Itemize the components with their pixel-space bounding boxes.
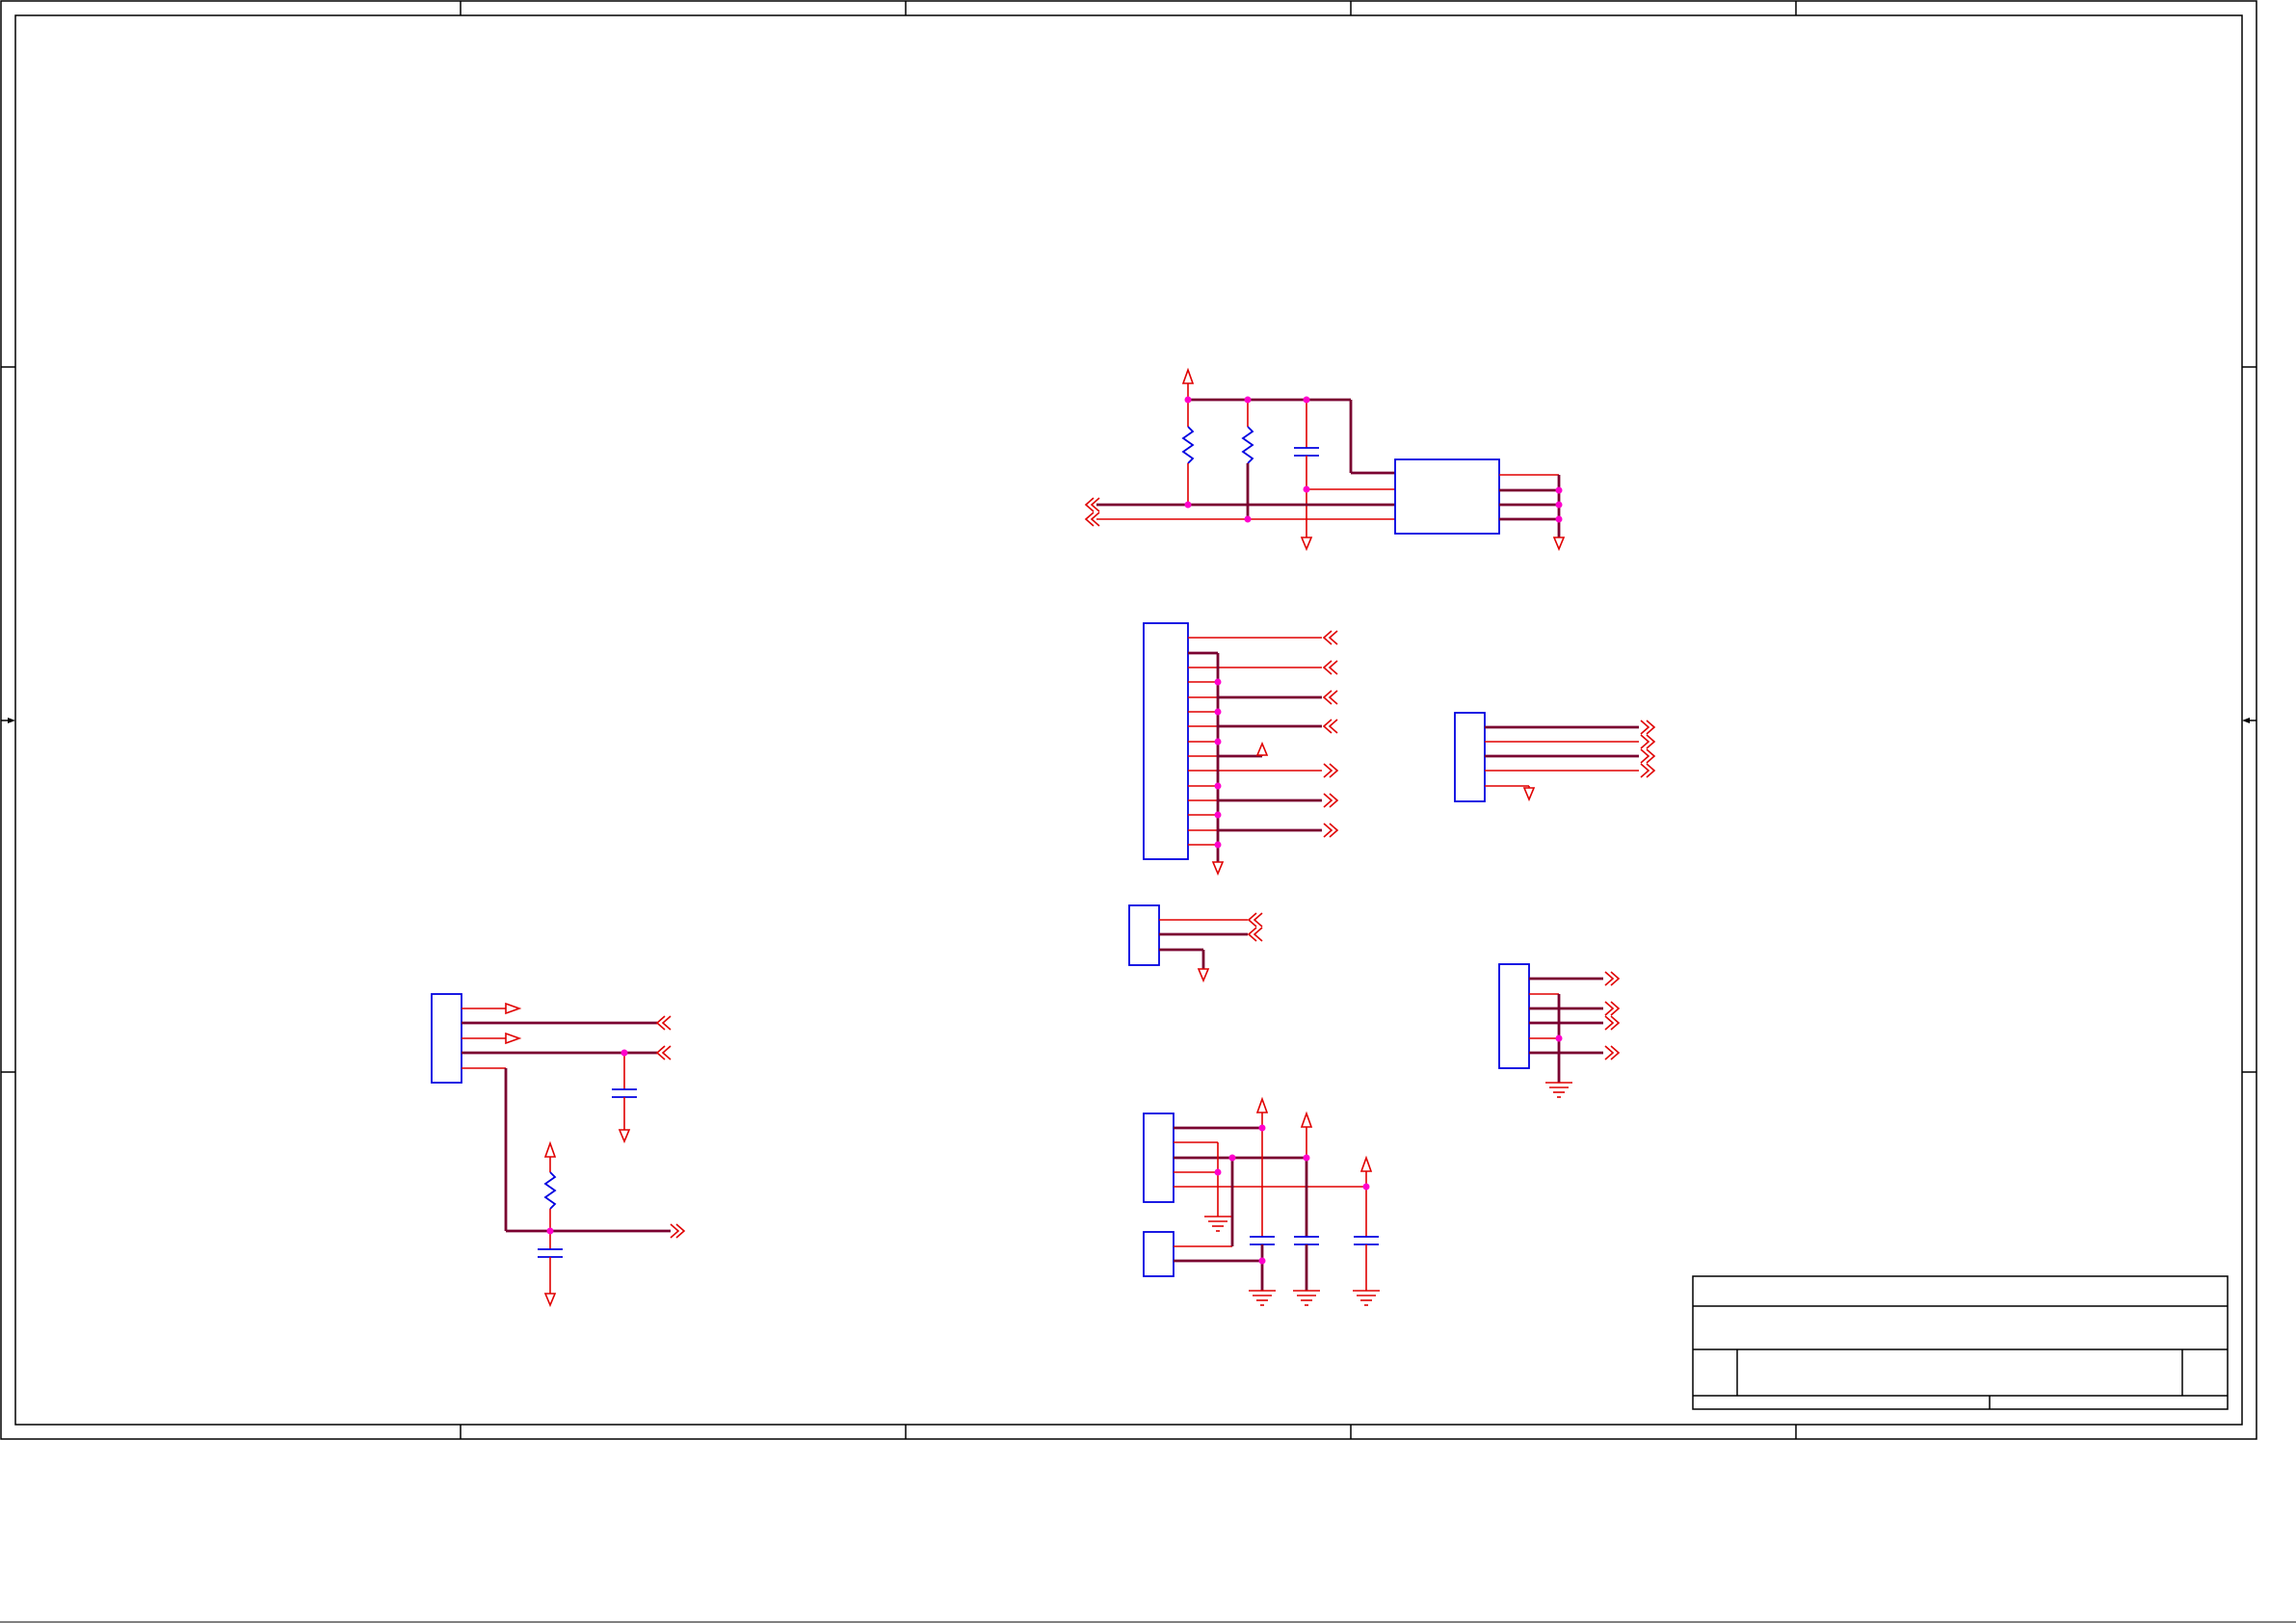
capacitor-symbol xyxy=(1250,1128,1275,1291)
junction-dot xyxy=(1214,708,1222,716)
capacitor-symbol xyxy=(1294,1158,1319,1291)
off-page-connector-icon xyxy=(1247,912,1263,928)
ground-symbol xyxy=(1353,1290,1380,1306)
top-ic-circuit xyxy=(1084,367,1566,552)
off-page-connector-icon xyxy=(1323,793,1339,808)
junction-dot xyxy=(1244,396,1252,404)
resistor-symbol xyxy=(1241,400,1254,519)
junction-dot xyxy=(1555,486,1563,494)
junction-dot xyxy=(1244,515,1252,523)
resistor-symbol xyxy=(543,1140,557,1231)
capacitor-symbol xyxy=(538,1231,563,1308)
off-page-connector-icon xyxy=(1640,720,1656,735)
junction-dot xyxy=(1214,811,1222,819)
junction-dot xyxy=(1214,738,1222,746)
header-connector-small xyxy=(1128,904,1263,983)
junction-dot xyxy=(1303,396,1310,404)
ground-arrow-symbol xyxy=(1211,861,1225,877)
off-page-connector-icon xyxy=(1322,660,1338,675)
ic-chip xyxy=(1394,458,1500,535)
off-page-connector-icon xyxy=(1323,763,1339,778)
junction-dot xyxy=(1258,1257,1266,1265)
drawing-frame xyxy=(0,0,2296,1623)
off-page-connector-icon xyxy=(1640,734,1656,749)
junction-dot xyxy=(1258,1124,1266,1132)
output-port-icon xyxy=(505,1002,522,1015)
junction-dot xyxy=(1555,501,1563,509)
header-connector-large xyxy=(1143,622,1339,877)
junction-dot xyxy=(1214,1168,1222,1176)
ground-arrow-symbol xyxy=(1197,968,1210,983)
junction-dot xyxy=(1228,1154,1236,1162)
off-page-connector-icon xyxy=(1604,1045,1621,1060)
title-block xyxy=(1692,1275,2229,1410)
off-page-connector-icon xyxy=(1604,1015,1621,1031)
ground-symbol xyxy=(1204,1216,1231,1232)
power-arrow-symbol xyxy=(1181,367,1195,400)
junction-dot xyxy=(1184,396,1192,404)
output-port-icon xyxy=(505,1032,522,1045)
off-page-connector-icon xyxy=(1247,927,1263,942)
power-arrow-symbol xyxy=(1359,1155,1373,1172)
ground-symbol xyxy=(1293,1290,1320,1306)
junction-dot xyxy=(1555,515,1563,523)
off-page-connector-icon xyxy=(1640,763,1656,778)
off-page-connector-icon xyxy=(670,1223,686,1239)
junction-dot xyxy=(546,1227,554,1235)
junction-dot xyxy=(1214,841,1222,849)
header-connector-lower-right xyxy=(1498,963,1621,1098)
off-page-connector-icon xyxy=(1322,719,1338,734)
junction-dot xyxy=(1303,1154,1310,1162)
power-decoupling-circuit xyxy=(1143,1096,1380,1306)
off-page-connector-icon xyxy=(1604,971,1621,986)
off-page-connector-icon xyxy=(1640,748,1656,764)
junction-dot xyxy=(1214,678,1222,686)
off-page-connector-icon xyxy=(1604,1001,1621,1016)
off-page-connector-icon xyxy=(655,1045,672,1060)
junction-dot xyxy=(1555,1034,1563,1042)
off-page-connector-icon xyxy=(1323,823,1339,838)
junction-dot xyxy=(1303,485,1310,493)
power-arrow-symbol xyxy=(1255,741,1269,756)
capacitor-symbol xyxy=(612,1053,637,1144)
power-arrow-symbol xyxy=(1300,1111,1313,1128)
power-arrow-symbol xyxy=(1255,1096,1269,1113)
capacitor-symbol xyxy=(1354,1187,1379,1291)
capacitor-symbol xyxy=(1294,400,1319,552)
junction-dot xyxy=(1184,501,1192,509)
off-page-connector-icon xyxy=(655,1015,672,1031)
left-connector-rc-circuit xyxy=(431,993,686,1308)
ground-arrow-symbol xyxy=(1552,537,1566,552)
resistor-symbol xyxy=(1181,400,1195,505)
off-page-connector-icon xyxy=(1322,630,1338,645)
junction-dot xyxy=(620,1049,628,1057)
header-connector-right xyxy=(1454,712,1656,802)
off-page-connector-icon xyxy=(1322,690,1338,705)
ground-symbol xyxy=(1545,1082,1572,1098)
schematic-sheet xyxy=(0,0,2296,1623)
ground-arrow-symbol xyxy=(1522,787,1536,802)
ground-symbol xyxy=(1249,1290,1276,1306)
junction-dot xyxy=(1214,782,1222,790)
junction-dot xyxy=(1362,1183,1370,1191)
